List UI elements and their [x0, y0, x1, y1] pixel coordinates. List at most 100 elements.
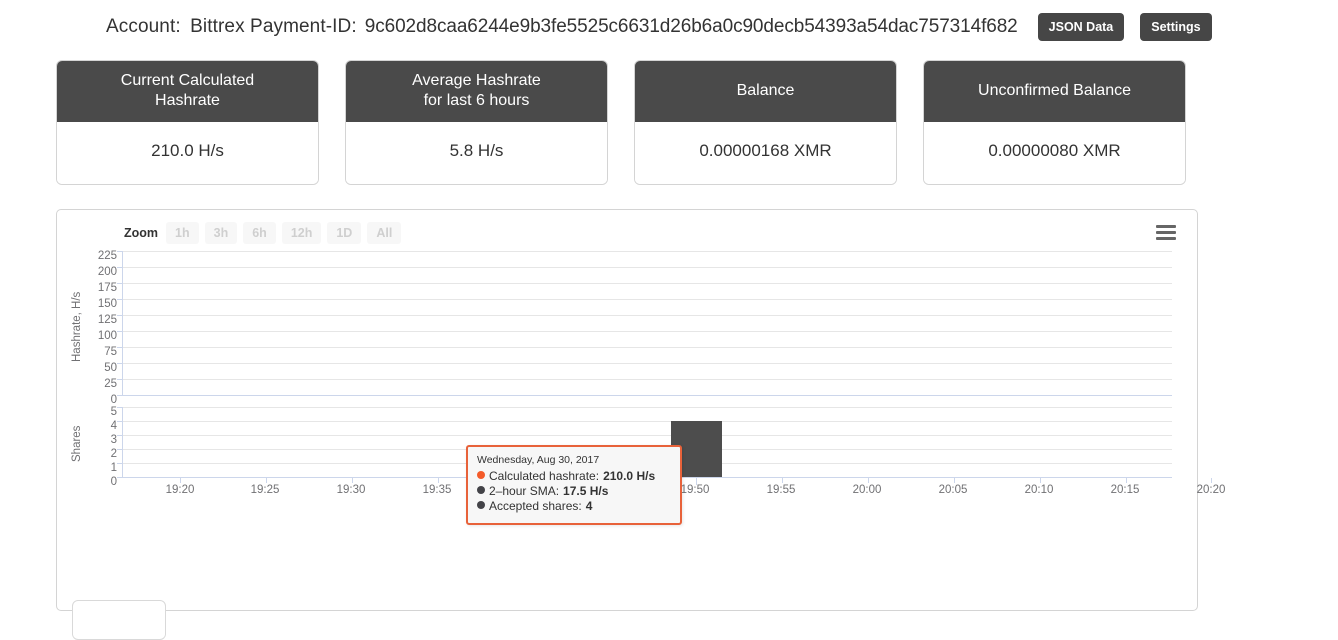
y-tick-label: 4 — [110, 420, 117, 432]
series-marker-dot-icon — [477, 501, 485, 509]
account-bar: Account: Bittrex Payment-ID: 9c602d8caa6… — [0, 0, 1338, 54]
payment-id-value: 9c602d8caa6244e9b3fe5525c6631d26b6a0c90d… — [364, 16, 1018, 37]
y-tick-label: 2 — [110, 448, 117, 460]
y-tick — [117, 251, 122, 252]
tooltip-series-value: 17.5 H/s — [563, 484, 609, 498]
y-tick — [117, 395, 122, 396]
series-marker-dot-icon — [477, 471, 485, 479]
stat-card-title-line1: Average Hashrate — [412, 72, 541, 89]
x-tick-label: 20:05 — [938, 484, 968, 496]
y-tick-label: 75 — [104, 346, 117, 358]
stat-cards: Current Calculated Hashrate 210.0 H/s Av… — [0, 54, 1338, 185]
stat-card-value: 210.0 H/s — [57, 122, 318, 184]
y-tick — [117, 347, 122, 348]
account-label: Account: Bittrex Payment-ID: — [106, 16, 357, 38]
y-axis-line-shares — [122, 407, 123, 478]
tooltip-row-accepted-shares: Accepted shares: 4 — [477, 499, 671, 514]
account-label-text: Account: — [106, 16, 181, 37]
y-tick — [117, 379, 122, 380]
payment-id-key: Bittrex Payment-ID: — [190, 16, 357, 37]
y-tick — [117, 267, 122, 268]
plot-area: Hashrate, H/s Shares 225 200 175 150 125… — [57, 210, 1225, 610]
y-tick — [117, 435, 122, 436]
y-tick — [117, 477, 122, 478]
series-marker-dot-icon — [477, 486, 485, 494]
x-tick-label: 20:20 — [1196, 484, 1226, 496]
stat-card-title: Unconfirmed Balance — [924, 61, 1185, 122]
x-tick-label: 19:55 — [766, 484, 796, 496]
stat-card-title-line1: Balance — [736, 82, 795, 99]
x-tick — [868, 478, 869, 483]
tooltip-row-sma: 2–hour SMA: 17.5 H/s — [477, 484, 671, 499]
y-tick-label: 0 — [110, 476, 117, 488]
chart-tooltip: Wednesday, Aug 30, 2017 Calculated hashr… — [466, 445, 682, 525]
stat-card-current-hashrate: Current Calculated Hashrate 210.0 H/s — [56, 60, 319, 185]
tooltip-row-calculated-hashrate: Calculated hashrate: 210.0 H/s — [477, 469, 671, 484]
bottom-partial-card — [72, 600, 166, 640]
tooltip-series-name: Accepted shares: — [489, 499, 582, 513]
x-tick — [266, 478, 267, 483]
stat-card-value: 0.00000168 XMR — [635, 122, 896, 184]
x-tick-label: 20:15 — [1110, 484, 1140, 496]
y-tick-label: 225 — [97, 250, 117, 262]
x-tick-label: 19:50 — [680, 484, 710, 496]
tooltip-series-value: 210.0 H/s — [603, 469, 656, 483]
stat-card-value: 0.00000080 XMR — [924, 122, 1185, 184]
y-tick-label: 25 — [104, 378, 117, 390]
x-tick-label: 19:30 — [336, 484, 366, 496]
y-tick — [117, 299, 122, 300]
stat-card-title-line2: for last 6 hours — [423, 92, 530, 109]
y-tick-label: 125 — [97, 314, 117, 326]
x-tick-label: 19:35 — [422, 484, 452, 496]
hashrate-chart-panel: Zoom 1h 3h 6h 12h 1D All Hashrate, H/s S… — [56, 209, 1225, 611]
y-tick-label: 200 — [97, 266, 117, 278]
y-axis-title-shares: Shares — [71, 425, 83, 462]
y-tick — [117, 449, 122, 450]
y-axis-line-hashrate — [122, 251, 123, 396]
stat-card-average-hashrate: Average Hashrate for last 6 hours 5.8 H/… — [345, 60, 608, 185]
y-tick — [117, 331, 122, 332]
stat-card-balance: Balance 0.00000168 XMR — [634, 60, 897, 185]
x-tick — [438, 478, 439, 483]
y-tick-label: 3 — [110, 434, 117, 446]
x-tick-label: 20:10 — [1024, 484, 1054, 496]
y-tick — [117, 283, 122, 284]
y-tick-label: 50 — [104, 362, 117, 374]
y-tick-label: 0 — [110, 394, 117, 406]
y-tick-label: 150 — [97, 298, 117, 310]
y-tick — [117, 363, 122, 364]
tooltip-series-name: 2–hour SMA: — [489, 484, 560, 498]
stat-card-title-line2: Hashrate — [155, 92, 220, 109]
tooltip-series-name: Calculated hashrate: — [489, 469, 600, 483]
x-tick-label: 19:20 — [165, 484, 195, 496]
x-tick — [352, 478, 353, 483]
x-tick — [782, 478, 783, 483]
x-tick — [954, 478, 955, 483]
x-tick-label: 19:25 — [250, 484, 280, 496]
tooltip-series-value: 4 — [585, 499, 593, 513]
x-tick — [1040, 478, 1041, 483]
stat-card-title-line1: Current Calculated — [120, 72, 255, 89]
y-tick — [117, 463, 122, 464]
x-tick — [1211, 478, 1212, 483]
x-tick — [180, 478, 181, 483]
stat-card-title: Average Hashrate for last 6 hours — [346, 61, 607, 122]
y-tick — [117, 315, 122, 316]
stat-card-unconfirmed-balance: Unconfirmed Balance 0.00000080 XMR — [923, 60, 1186, 185]
y-axis-title-hashrate: Hashrate, H/s — [71, 291, 83, 362]
y-tick — [117, 421, 122, 422]
y-tick-label: 1 — [110, 462, 117, 474]
y-tick — [117, 407, 122, 408]
stat-card-title-line1: Unconfirmed Balance — [978, 82, 1131, 99]
json-data-button[interactable]: JSON Data — [1037, 12, 1125, 42]
y-tick-label: 5 — [110, 406, 117, 418]
y-tick-label: 175 — [97, 282, 117, 294]
settings-button[interactable]: Settings — [1140, 12, 1212, 42]
x-tick — [1126, 478, 1127, 483]
stat-card-value: 5.8 H/s — [346, 122, 607, 184]
y-tick-label: 100 — [97, 330, 117, 342]
stat-card-title: Current Calculated Hashrate — [57, 61, 318, 122]
x-tick-label: 20:00 — [852, 484, 882, 496]
tooltip-date: Wednesday, Aug 30, 2017 — [477, 454, 600, 466]
stat-card-title: Balance — [635, 61, 896, 122]
